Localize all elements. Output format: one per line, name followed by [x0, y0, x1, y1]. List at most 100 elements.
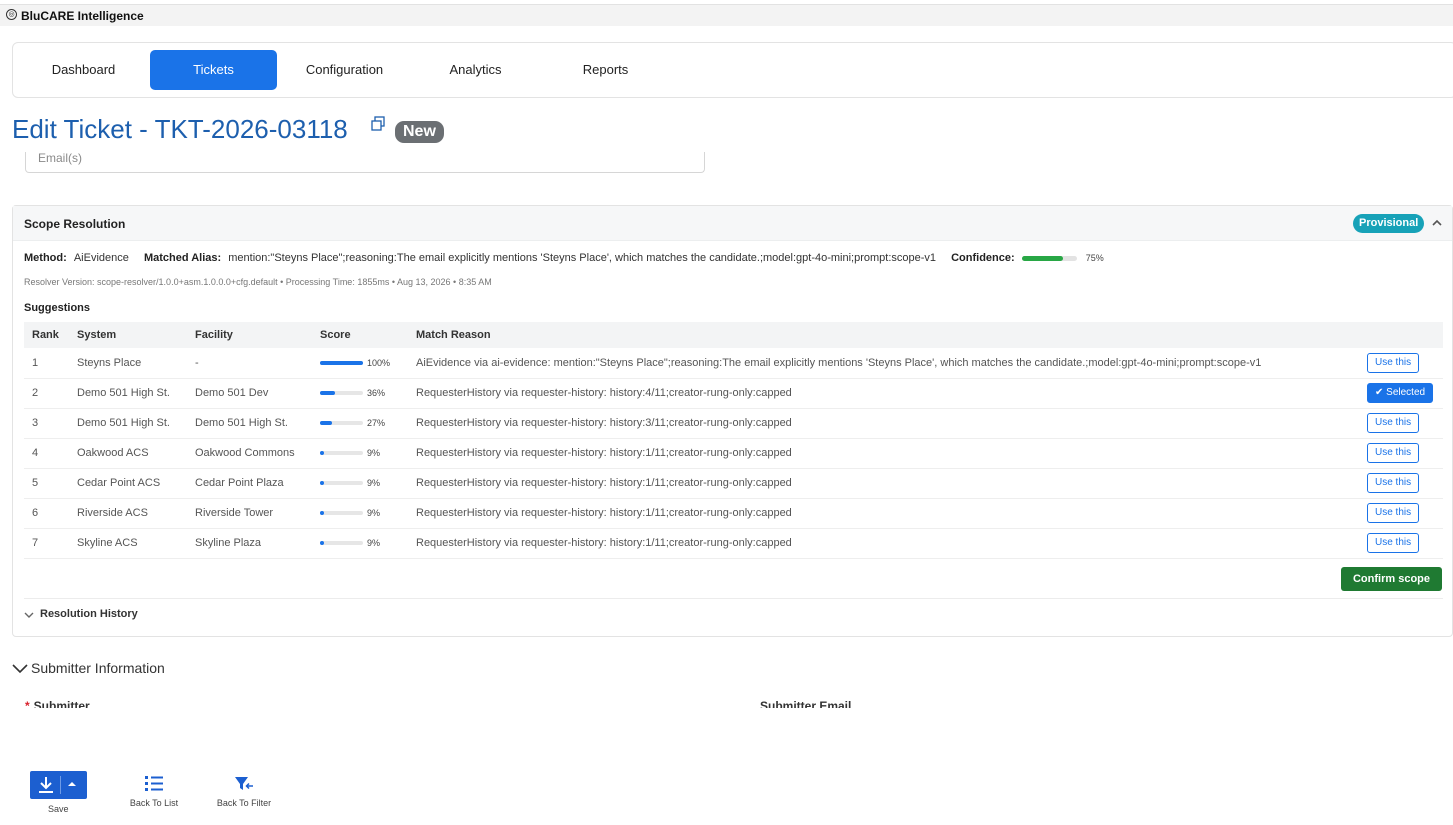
- scope-title: Scope Resolution: [24, 217, 126, 231]
- page-title: Edit Ticket - TKT-2026-03118: [12, 114, 348, 144]
- match-reason-cell: RequesterHistory via requester-history: …: [408, 378, 1359, 409]
- copy-icon[interactable]: [370, 116, 386, 132]
- caret-up-icon[interactable]: [68, 781, 76, 787]
- status-badge: New: [395, 121, 444, 143]
- score-value: 9%: [367, 448, 381, 458]
- use-this-button[interactable]: Use this: [1367, 352, 1420, 373]
- action-cell: Use this: [1359, 438, 1443, 469]
- col-system: System: [69, 322, 187, 348]
- score-cell: 9%: [312, 498, 408, 529]
- download-icon: [39, 777, 53, 793]
- method-value: AiEvidence: [73, 252, 129, 264]
- selected-button[interactable]: ✔ Selected: [1367, 383, 1434, 403]
- score-value: 9%: [367, 508, 381, 518]
- score-value: 36%: [367, 388, 386, 398]
- facility-cell: Skyline Plaza: [187, 528, 312, 559]
- tab-dashboard[interactable]: Dashboard: [20, 50, 147, 90]
- action-cell: Use this: [1359, 468, 1443, 499]
- system-cell: Steyns Place: [69, 348, 187, 379]
- action-cell: Use this: [1359, 528, 1443, 559]
- app-title: BluCARE Intelligence: [21, 9, 144, 23]
- confidence-bar: [1021, 255, 1077, 261]
- rank-cell: 6: [24, 498, 69, 529]
- action-cell: ✔ Selected: [1359, 378, 1443, 409]
- action-cell: Use this: [1359, 498, 1443, 529]
- table-row: 7 Skyline ACS Skyline Plaza 9% RequesterHist…: [24, 528, 1443, 559]
- chevron-up-icon[interactable]: [1431, 217, 1443, 229]
- back-to-filter-button[interactable]: Back To Filter: [212, 774, 276, 808]
- score-cell: 27%: [312, 408, 408, 439]
- tab-configuration[interactable]: Configuration: [281, 50, 408, 90]
- resolution-history-label: Resolution History: [40, 608, 138, 620]
- match-reason-cell: RequesterHistory via requester-history: …: [408, 438, 1359, 469]
- table-row: 2 Demo 501 High St. Demo 501 Dev 36% Request…: [24, 378, 1443, 409]
- save-divider: [60, 776, 61, 794]
- submitter-label: Submitter: [33, 699, 90, 708]
- rank-cell: 4: [24, 438, 69, 469]
- provisional-badge: Provisional: [1353, 214, 1425, 233]
- check-icon: ✔: [1375, 387, 1387, 398]
- rank-cell: 2: [24, 378, 69, 409]
- action-cell: Use this: [1359, 348, 1443, 379]
- submitter-section-title: Submitter Information: [31, 660, 165, 676]
- match-reason-cell: RequesterHistory via requester-history: …: [408, 528, 1359, 559]
- col-score: Score: [312, 322, 408, 348]
- confidence-label: Confidence:: [951, 252, 1015, 264]
- confirm-scope-button[interactable]: Confirm scope: [1341, 567, 1442, 591]
- col-facility: Facility: [187, 322, 312, 348]
- rank-cell: 3: [24, 408, 69, 439]
- use-this-button[interactable]: Use this: [1367, 473, 1420, 493]
- back-to-list-button[interactable]: Back To List: [126, 774, 182, 808]
- table-row: 1 Steyns Place - 100% AiEvidence via ai-evid…: [24, 348, 1443, 379]
- score-cell: 9%: [312, 468, 408, 499]
- match-reason-cell: RequesterHistory via requester-history: …: [408, 468, 1359, 499]
- system-cell: Demo 501 High St.: [69, 408, 187, 439]
- score-bar: [320, 511, 363, 516]
- selected-label: Selected: [1386, 387, 1426, 398]
- use-this-button[interactable]: Use this: [1367, 443, 1420, 463]
- use-this-button[interactable]: Use this: [1367, 413, 1420, 433]
- resolver-info: Resolver Version: scope-resolver/1.0.0+a…: [24, 277, 492, 287]
- facility-cell: Riverside Tower: [187, 498, 312, 529]
- col-action: [1359, 322, 1443, 348]
- save-label: Save: [48, 804, 69, 814]
- table-row: 4 Oakwood ACS Oakwood Commons 9% RequesterHi…: [24, 438, 1443, 469]
- method-label: Method:: [24, 252, 67, 264]
- use-this-button[interactable]: Use this: [1367, 503, 1420, 523]
- action-cell: Use this: [1359, 408, 1443, 439]
- tab-analytics[interactable]: Analytics: [412, 50, 539, 90]
- main-nav: Dashboard Tickets Configuration Analytic…: [12, 42, 1453, 98]
- scope-header[interactable]: Scope Resolution Provisional: [13, 206, 1452, 241]
- app-header: ◎ BluCARE Intelligence: [0, 4, 1453, 26]
- use-this-button[interactable]: Use this: [1367, 533, 1420, 553]
- rank-cell: 7: [24, 528, 69, 559]
- score-bar: [320, 391, 363, 396]
- score-bar: [320, 360, 363, 365]
- resolution-history-toggle[interactable]: Resolution History: [24, 598, 1443, 628]
- table-row: 3 Demo 501 High St. Demo 501 High St. 27% Re…: [24, 408, 1443, 439]
- submitter-email-label: Submitter Email: [760, 699, 852, 708]
- score-value: 27%: [367, 418, 386, 428]
- score-cell: 9%: [312, 528, 408, 559]
- suggestions-table: Rank System Facility Score Match Reason …: [24, 322, 1443, 559]
- score-bar: [320, 481, 363, 486]
- email-field[interactable]: Email(s): [25, 152, 705, 173]
- facility-cell: Demo 501 High St.: [187, 408, 312, 439]
- score-cell: 9%: [312, 438, 408, 469]
- tab-tickets[interactable]: Tickets: [150, 50, 277, 90]
- scope-resolution-card: Scope Resolution Provisional Method: AiE…: [12, 205, 1453, 637]
- col-rank: Rank: [24, 322, 69, 348]
- score-cell: 36%: [312, 378, 408, 409]
- score-value: 9%: [367, 538, 381, 548]
- save-button[interactable]: [30, 771, 87, 799]
- match-reason-cell: RequesterHistory via requester-history: …: [408, 408, 1359, 439]
- table-row: 6 Riverside ACS Riverside Tower 9% Requester…: [24, 498, 1443, 529]
- chevron-down-icon: [24, 612, 34, 618]
- system-cell: Oakwood ACS: [69, 438, 187, 469]
- score-bar: [320, 421, 363, 426]
- col-match-reason: Match Reason: [408, 322, 1359, 348]
- alias-value: mention:"Steyns Place";reasoning:The ema…: [228, 252, 937, 264]
- tab-reports[interactable]: Reports: [542, 50, 669, 90]
- score-cell: 100%: [312, 348, 408, 379]
- suggestions-title: Suggestions: [24, 302, 91, 314]
